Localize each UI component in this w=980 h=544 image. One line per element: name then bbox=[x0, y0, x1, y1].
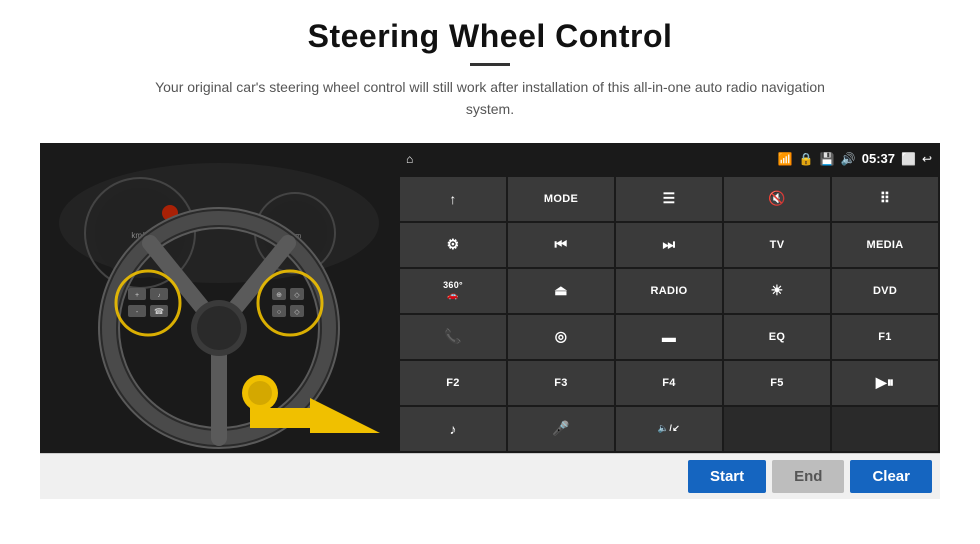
btn-mode[interactable]: MODE bbox=[508, 177, 614, 221]
btn-next[interactable]: ⏭ bbox=[616, 223, 722, 267]
btn-f3[interactable]: F3 bbox=[508, 361, 614, 405]
clear-button[interactable]: Clear bbox=[850, 460, 932, 493]
btn-playpause[interactable]: ▶⏸ bbox=[832, 361, 938, 405]
svg-text:☎: ☎ bbox=[154, 307, 164, 316]
sd-icon: 💾 bbox=[820, 152, 835, 166]
btn-bright[interactable]: ☀ bbox=[724, 269, 830, 313]
btn-tv[interactable]: TV bbox=[724, 223, 830, 267]
back-icon: ↩ bbox=[922, 152, 932, 166]
btn-eq[interactable]: EQ bbox=[724, 315, 830, 359]
control-panel: ⌂ 📶 🔒 💾 🔊 05:37 ⬜ ↩ ↑ MODE ☰ 🔇 bbox=[398, 143, 940, 453]
end-button[interactable]: End bbox=[772, 460, 844, 493]
btn-mute[interactable]: 🔇 bbox=[724, 177, 830, 221]
btn-vol[interactable]: 🔈/↙ bbox=[616, 407, 722, 451]
btn-360[interactable]: 360°🚗 bbox=[400, 269, 506, 313]
btn-phone[interactable]: 📞 bbox=[400, 315, 506, 359]
svg-text:+: + bbox=[135, 292, 139, 299]
action-bar: Start End Clear bbox=[40, 453, 940, 499]
btn-list[interactable]: ☰ bbox=[616, 177, 722, 221]
status-time: 05:37 bbox=[862, 151, 895, 166]
svg-text:○: ○ bbox=[277, 309, 281, 316]
steering-wheel-image: km/h rpm bbox=[40, 143, 398, 453]
button-grid: ↑ MODE ☰ 🔇 ⠿ ⚙ ⏮ ⏭ TV MEDIA 360°🚗 ⏏ RADI… bbox=[398, 175, 940, 453]
bt-icon: 🔊 bbox=[841, 152, 856, 166]
btn-media[interactable]: MEDIA bbox=[832, 223, 938, 267]
wifi-icon: 📶 bbox=[778, 152, 793, 166]
btn-f4[interactable]: F4 bbox=[616, 361, 722, 405]
btn-empty1 bbox=[724, 407, 830, 451]
btn-settings[interactable]: ⚙ bbox=[400, 223, 506, 267]
page-title: Steering Wheel Control bbox=[150, 18, 830, 55]
svg-text:◇: ◇ bbox=[294, 309, 300, 316]
btn-dvd[interactable]: DVD bbox=[832, 269, 938, 313]
start-button[interactable]: Start bbox=[688, 460, 766, 493]
btn-music[interactable]: ♪ bbox=[400, 407, 506, 451]
status-bar: ⌂ 📶 🔒 💾 🔊 05:37 ⬜ ↩ bbox=[398, 143, 940, 175]
btn-f1[interactable]: F1 bbox=[832, 315, 938, 359]
btn-mic[interactable]: 🎤 bbox=[508, 407, 614, 451]
btn-nav2[interactable]: ◎ bbox=[508, 315, 614, 359]
page-wrapper: Steering Wheel Control Your original car… bbox=[0, 0, 980, 544]
status-right: 📶 🔒 💾 🔊 05:37 ⬜ ↩ bbox=[778, 151, 932, 166]
subtitle: Your original car's steering wheel contr… bbox=[150, 76, 830, 121]
btn-apps[interactable]: ⠿ bbox=[832, 177, 938, 221]
btn-screen[interactable]: ▬ bbox=[616, 315, 722, 359]
title-divider bbox=[470, 63, 510, 66]
svg-text:⊕: ⊕ bbox=[276, 292, 282, 299]
lock-icon: 🔒 bbox=[799, 152, 814, 166]
content-row: km/h rpm bbox=[40, 143, 940, 453]
btn-f5[interactable]: F5 bbox=[724, 361, 830, 405]
btn-empty2 bbox=[832, 407, 938, 451]
svg-text:♪: ♪ bbox=[158, 293, 161, 299]
btn-f2[interactable]: F2 bbox=[400, 361, 506, 405]
screen-icon: ⬜ bbox=[901, 152, 916, 166]
home-icon[interactable]: ⌂ bbox=[406, 152, 413, 166]
status-left: ⌂ bbox=[406, 152, 413, 166]
btn-radio[interactable]: RADIO bbox=[616, 269, 722, 313]
title-section: Steering Wheel Control Your original car… bbox=[150, 18, 830, 135]
svg-text:◇: ◇ bbox=[294, 292, 300, 299]
btn-nav[interactable]: ↑ bbox=[400, 177, 506, 221]
btn-prev[interactable]: ⏮ bbox=[508, 223, 614, 267]
btn-eject[interactable]: ⏏ bbox=[508, 269, 614, 313]
